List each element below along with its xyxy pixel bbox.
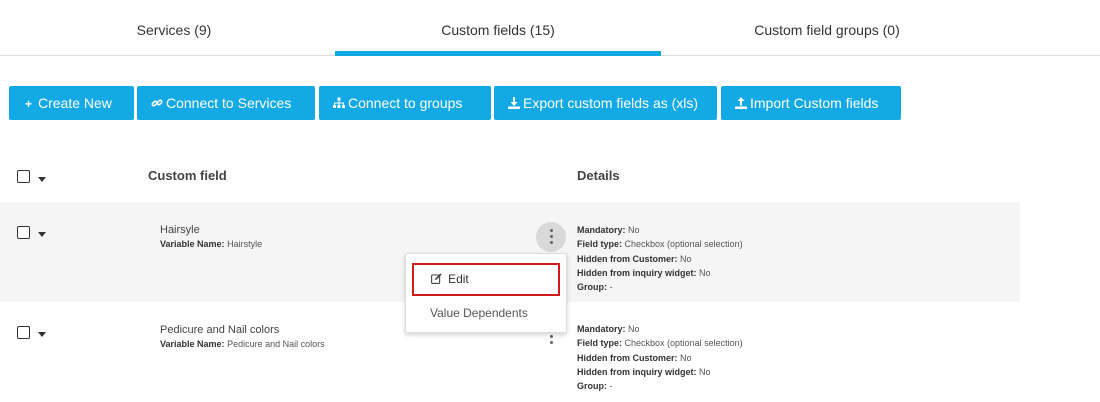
select-all-caret-icon[interactable] — [38, 177, 46, 182]
row-actions-kebab-icon[interactable] — [536, 222, 566, 252]
export-custom-fields-label: Export custom fields as (xls) — [523, 95, 699, 111]
row-caret-icon[interactable] — [38, 232, 46, 237]
field-details: Mandatory: No Field type: Checkbox (opti… — [577, 324, 743, 392]
create-new-label: Create New — [38, 95, 112, 111]
field-name: Hairsyle — [160, 224, 200, 236]
export-custom-fields-button[interactable]: Export custom fields as (xls) — [494, 86, 717, 120]
row-checkbox[interactable] — [17, 326, 30, 339]
row-caret-icon[interactable] — [38, 332, 46, 337]
tab-services[interactable]: Services (9) — [14, 0, 334, 56]
row-actions-menu: Edit Value Dependents — [405, 253, 567, 333]
link-icon — [150, 87, 163, 121]
row-checkbox[interactable] — [17, 226, 30, 239]
tab-custom-field-groups[interactable]: Custom field groups (0) — [662, 0, 992, 56]
details-column-header: Details — [577, 168, 620, 183]
create-new-button[interactable]: + Create New — [9, 86, 134, 120]
upload-icon — [734, 87, 747, 121]
download-icon — [507, 87, 520, 121]
field-name: Pedicure and Nail colors — [160, 324, 280, 336]
edit-menu-item[interactable]: Edit — [412, 263, 560, 296]
connect-to-services-button[interactable]: Connect to Services — [137, 86, 315, 120]
custom-fields-page: Services (9) Custom fields (15) Custom f… — [0, 0, 1100, 402]
plus-icon: + — [24, 97, 32, 111]
import-custom-fields-label: Import Custom fields — [750, 95, 879, 111]
connect-to-services-label: Connect to Services — [166, 95, 292, 111]
connect-to-groups-label: Connect to groups — [348, 95, 463, 111]
tab-bar: Services (9) Custom fields (15) Custom f… — [0, 0, 1100, 56]
import-custom-fields-button[interactable]: Import Custom fields — [721, 86, 901, 120]
sitemap-icon — [332, 87, 345, 121]
custom-field-column-header: Custom field — [148, 168, 227, 183]
field-details: Mandatory: No Field type: Checkbox (opti… — [577, 225, 743, 293]
variable-name: Variable Name: Pedicure and Nail colors — [160, 339, 325, 349]
edit-label: Edit — [448, 272, 469, 286]
variable-name: Variable Name: Hairstyle — [160, 239, 263, 249]
value-dependents-menu-item[interactable]: Value Dependents — [430, 306, 528, 320]
tab-custom-fields[interactable]: Custom fields (15) — [335, 0, 661, 56]
edit-icon — [431, 273, 445, 286]
connect-to-groups-button[interactable]: Connect to groups — [319, 86, 491, 120]
select-all-checkbox[interactable] — [17, 170, 30, 183]
